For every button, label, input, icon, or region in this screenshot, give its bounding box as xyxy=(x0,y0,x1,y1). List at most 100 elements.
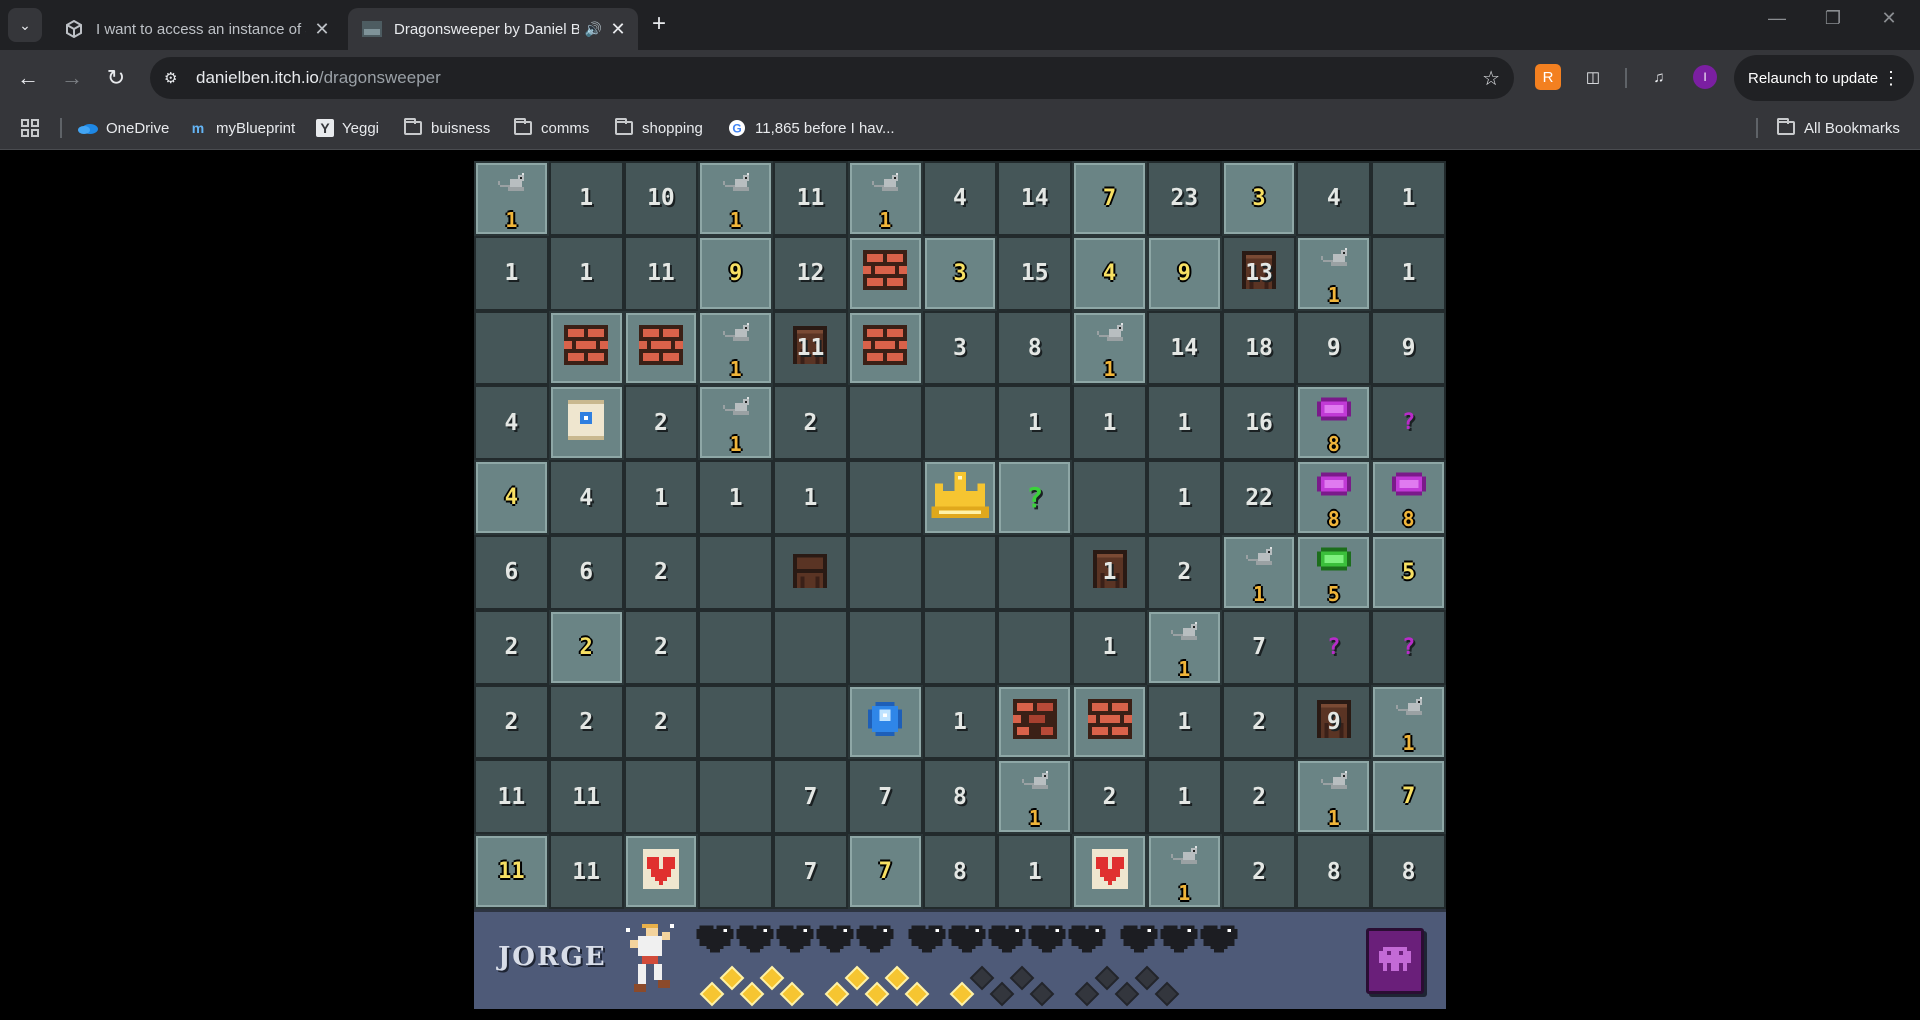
close-icon[interactable]: ✕ xyxy=(312,19,332,40)
cell-empty-r3c6[interactable] xyxy=(922,385,998,461)
minimize-icon[interactable]: — xyxy=(1762,8,1792,29)
cell-empty-r5c6[interactable] xyxy=(922,534,998,610)
cell-rat-r2c8[interactable]: 1 xyxy=(1072,310,1147,386)
cell-rat-r2c3[interactable]: 1 xyxy=(698,310,774,386)
cell-num-r8c5[interactable]: 7 xyxy=(847,759,923,835)
cell-empty-r5c3[interactable] xyxy=(698,534,774,610)
cell-num-r8c9[interactable]: 1 xyxy=(1146,759,1222,835)
cell-num-r5c2[interactable]: 2 xyxy=(623,534,699,610)
tab-search-button[interactable]: ⌄ xyxy=(8,8,42,42)
cell-num-r8c1[interactable]: 11 xyxy=(548,759,624,835)
cell-num-r4c10[interactable]: 22 xyxy=(1221,460,1297,535)
cell-num-r2c7[interactable]: 8 xyxy=(997,310,1073,386)
cell-empty-r8c3[interactable] xyxy=(698,759,774,835)
cell-ynum-r9c5[interactable]: 7 xyxy=(847,834,923,909)
cell-num-r8c10[interactable]: 2 xyxy=(1221,759,1297,835)
cell-num-r0c6[interactable]: 4 xyxy=(922,161,998,236)
cell-empty-r4c8[interactable] xyxy=(1072,460,1147,535)
cell-num-r0c7[interactable]: 14 xyxy=(997,161,1073,236)
cell-empty-r7c4[interactable] xyxy=(773,684,848,760)
new-tab-button[interactable]: + xyxy=(652,10,666,38)
speaker-icon[interactable]: 🔊 xyxy=(585,21,602,38)
cell-num-r1c12[interactable]: 1 xyxy=(1371,235,1446,311)
cell-num-r7c9[interactable]: 1 xyxy=(1146,684,1222,760)
cell-empty-r6c7[interactable] xyxy=(997,609,1073,685)
cell-rat-r0c3[interactable]: 1 xyxy=(698,161,774,236)
cell-num-r0c2[interactable]: 10 xyxy=(623,161,699,236)
cell-door-r2c4[interactable]: 11 xyxy=(773,310,848,386)
cell-door-r7c11[interactable]: 9 xyxy=(1296,684,1372,760)
cell-num-r1c4[interactable]: 12 xyxy=(773,235,848,311)
cell-num-r5c0[interactable]: 6 xyxy=(474,534,549,610)
site-info-icon[interactable]: ⚙ xyxy=(164,69,186,87)
cell-mystery-r6c12[interactable]: ? xyxy=(1371,609,1446,685)
bookmark-onedrive[interactable]: OneDrive xyxy=(78,116,169,140)
bookmark-folder-shopping[interactable]: shopping xyxy=(614,116,703,140)
cell-num-r2c11[interactable]: 9 xyxy=(1296,310,1372,386)
cell-bwall-r7c7[interactable] xyxy=(997,684,1073,760)
cell-ynum-r4c0[interactable]: 4 xyxy=(474,460,549,535)
cell-slime-r4c12[interactable]: 8 xyxy=(1371,460,1446,535)
cell-door-r1c10[interactable]: 13 xyxy=(1221,235,1297,311)
cell-empty-r3c5[interactable] xyxy=(847,385,923,461)
cell-num-r6c0[interactable]: 2 xyxy=(474,609,549,685)
cell-num-r8c0[interactable]: 11 xyxy=(474,759,549,835)
cell-num-r5c1[interactable]: 6 xyxy=(548,534,624,610)
cell-slime-r3c11[interactable]: 8 xyxy=(1296,385,1372,461)
cell-num-r3c7[interactable]: 1 xyxy=(997,385,1073,461)
cell-rat-r8c11[interactable]: 1 xyxy=(1296,759,1372,835)
cell-num-r4c1[interactable]: 4 xyxy=(548,460,624,535)
forward-arrow-icon[interactable]: → xyxy=(56,62,88,94)
kebab-menu-icon[interactable]: ⋮ xyxy=(1882,68,1900,89)
cell-slime-r4c11[interactable]: 8 xyxy=(1296,460,1372,535)
cell-rat-r0c5[interactable]: 1 xyxy=(847,161,923,236)
cell-empty-r8c2[interactable] xyxy=(623,759,699,835)
cell-num-r6c10[interactable]: 7 xyxy=(1221,609,1297,685)
cell-num-r0c9[interactable]: 23 xyxy=(1146,161,1222,236)
cell-empty-r2c0[interactable] xyxy=(474,310,549,386)
cell-num-r3c4[interactable]: 2 xyxy=(773,385,848,461)
cell-gslime-r5c11[interactable]: 5 xyxy=(1296,534,1372,610)
cell-num-r7c0[interactable]: 2 xyxy=(474,684,549,760)
cell-empty-r6c3[interactable] xyxy=(698,609,774,685)
address-bar[interactable]: ⚙ danielben.itch.io/dragonsweeper ☆ xyxy=(150,57,1514,99)
cell-empty-r5c5[interactable] xyxy=(847,534,923,610)
cell-wall-r1c5[interactable] xyxy=(847,235,923,311)
cell-num-r3c0[interactable]: 4 xyxy=(474,385,549,461)
game-canvas[interactable]: 1 1 10 1 11 1 4 14 7 23 3 4 1 1 1 11 9 12 3 15 4 9 13 1 1 1 11 3 8 1 1… xyxy=(474,161,1446,1009)
cell-rat-r0c0[interactable]: 1 xyxy=(474,161,549,236)
cell-rat-r3c3[interactable]: 1 xyxy=(698,385,774,461)
cell-num-r1c2[interactable]: 11 xyxy=(623,235,699,311)
cell-ynum-r1c3[interactable]: 9 xyxy=(698,235,774,311)
cell-ynum-r1c6[interactable]: 3 xyxy=(922,235,998,311)
cell-ynum-r1c9[interactable]: 9 xyxy=(1146,235,1222,311)
cell-ynum-r8c12[interactable]: 7 xyxy=(1371,759,1446,835)
cell-ynum-r0c8[interactable]: 7 xyxy=(1072,161,1147,236)
cell-rat-r9c9[interactable]: 1 xyxy=(1146,834,1222,909)
cell-wall-r2c5[interactable] xyxy=(847,310,923,386)
url-text[interactable]: danielben.itch.io/dragonsweeper xyxy=(196,68,441,88)
cell-num-r6c2[interactable]: 2 xyxy=(623,609,699,685)
cell-num-r2c6[interactable]: 3 xyxy=(922,310,998,386)
cell-mystery-r3c12[interactable]: ? xyxy=(1371,385,1446,461)
cell-rat-r8c7[interactable]: 1 xyxy=(997,759,1073,835)
cell-rat-r7c12[interactable]: 1 xyxy=(1371,684,1446,760)
cell-crown-r4c6[interactable] xyxy=(922,460,998,535)
cell-heart-r9c2[interactable] xyxy=(623,834,699,909)
cell-num-r8c4[interactable]: 7 xyxy=(773,759,848,835)
cell-num-r4c4[interactable]: 1 xyxy=(773,460,848,535)
cell-ynum-r1c8[interactable]: 4 xyxy=(1072,235,1147,311)
cell-num-r9c7[interactable]: 1 xyxy=(997,834,1073,909)
cell-ynum-r0c10[interactable]: 3 xyxy=(1221,161,1297,236)
cell-empty-r7c3[interactable] xyxy=(698,684,774,760)
cell-num-r2c12[interactable]: 9 xyxy=(1371,310,1446,386)
restore-icon[interactable]: ❐ xyxy=(1818,8,1848,29)
cell-num-r0c1[interactable]: 1 xyxy=(548,161,624,236)
relaunch-button[interactable]: Relaunch to update ⋮ xyxy=(1734,55,1914,101)
profile-avatar[interactable]: I xyxy=(1693,65,1717,89)
reload-icon[interactable]: ↻ xyxy=(100,62,132,94)
cell-ynum-r9c0[interactable]: 11 xyxy=(474,834,549,909)
cell-mystery-r6c11[interactable]: ? xyxy=(1296,609,1372,685)
cell-num-r8c6[interactable]: 8 xyxy=(922,759,998,835)
cell-orb-r7c5[interactable] xyxy=(847,684,923,760)
